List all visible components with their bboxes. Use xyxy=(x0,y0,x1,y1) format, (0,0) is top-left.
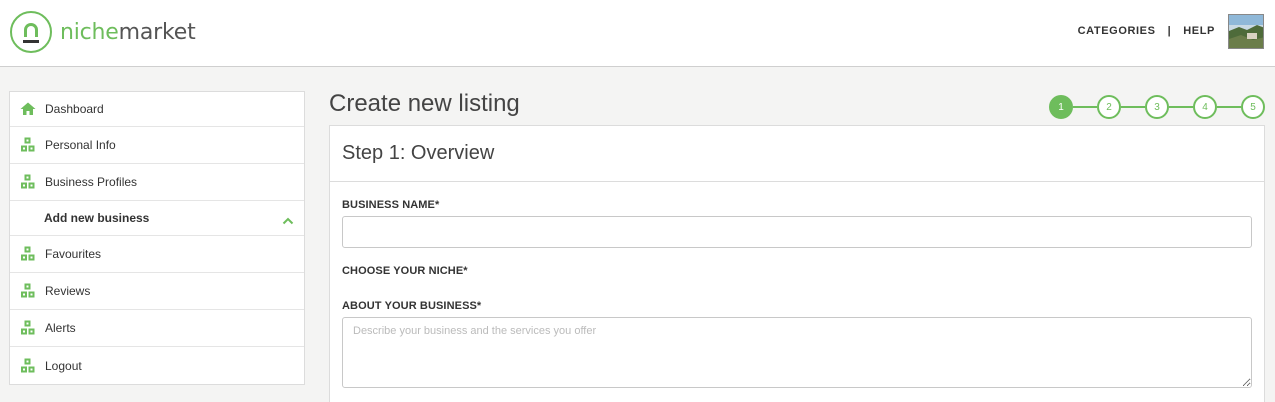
logo-text-niche: niche xyxy=(60,19,119,45)
logo-text: nichemarket xyxy=(60,20,196,45)
sidebar-item-label: Alerts xyxy=(45,321,76,335)
step-connector xyxy=(1121,106,1145,108)
logo[interactable]: nichemarket xyxy=(10,11,196,53)
sidebar-item-label: Business Profiles xyxy=(45,175,138,189)
home-icon xyxy=(20,101,36,117)
nav-help-link[interactable]: HELP xyxy=(1183,25,1215,37)
choose-niche-label: CHOOSE YOUR NICHE* xyxy=(342,265,468,277)
sidebar: Dashboard Personal Info Business Profile… xyxy=(9,91,305,385)
step-5[interactable]: 5 xyxy=(1241,95,1265,119)
logo-text-market: market xyxy=(118,19,196,45)
sidebar-item-favourites[interactable]: Favourites xyxy=(10,236,304,273)
user-avatar[interactable] xyxy=(1228,14,1264,49)
sidebar-item-alerts[interactable]: Alerts xyxy=(10,310,304,347)
blocks-icon xyxy=(20,137,36,153)
sidebar-item-label: Personal Info xyxy=(45,138,116,152)
logo-mark-icon xyxy=(10,11,52,53)
business-name-label: BUSINESS NAME* xyxy=(342,199,440,211)
step-connector xyxy=(1073,106,1097,108)
blocks-icon xyxy=(20,320,36,336)
sidebar-item-personal-info[interactable]: Personal Info xyxy=(10,127,304,164)
about-business-label: ABOUT YOUR BUSINESS* xyxy=(342,300,482,312)
sidebar-item-business-profiles[interactable]: Business Profiles xyxy=(10,164,304,201)
sidebar-item-label: Logout xyxy=(45,358,82,373)
about-business-textarea[interactable] xyxy=(342,317,1252,388)
form-heading: Step 1: Overview xyxy=(330,126,1264,182)
sidebar-item-label: Dashboard xyxy=(45,102,104,116)
step-connector xyxy=(1169,106,1193,108)
top-header: nichemarket CATEGORIES | HELP xyxy=(0,0,1275,67)
nav-separator: | xyxy=(1167,25,1172,37)
blocks-icon xyxy=(20,358,36,374)
sidebar-item-logout[interactable]: Logout xyxy=(10,347,304,384)
sidebar-item-dashboard[interactable]: Dashboard xyxy=(10,92,304,127)
blocks-icon xyxy=(20,174,36,190)
sidebar-item-reviews[interactable]: Reviews xyxy=(10,273,304,310)
chevron-up-icon[interactable] xyxy=(282,214,294,228)
nav-categories-link[interactable]: CATEGORIES xyxy=(1078,25,1156,37)
sidebar-item-label: Add new business xyxy=(44,211,150,225)
sidebar-item-label: Reviews xyxy=(45,284,91,298)
step-4[interactable]: 4 xyxy=(1193,95,1217,119)
blocks-icon xyxy=(20,283,36,299)
page-title: Create new listing xyxy=(329,90,520,117)
top-nav: CATEGORIES | HELP xyxy=(1078,25,1215,37)
sidebar-item-label: Favourites xyxy=(45,247,102,261)
business-name-input[interactable] xyxy=(342,216,1252,248)
sidebar-item-add-new-business[interactable]: Add new business xyxy=(10,201,304,236)
blocks-icon xyxy=(20,246,36,262)
step-2[interactable]: 2 xyxy=(1097,95,1121,119)
listing-form-card: Step 1: Overview BUSINESS NAME* CHOOSE Y… xyxy=(329,125,1265,402)
step-1[interactable]: 1 xyxy=(1049,95,1073,119)
step-3[interactable]: 3 xyxy=(1145,95,1169,119)
step-progress: 1 2 3 4 5 xyxy=(1049,95,1265,119)
step-connector xyxy=(1217,106,1241,108)
